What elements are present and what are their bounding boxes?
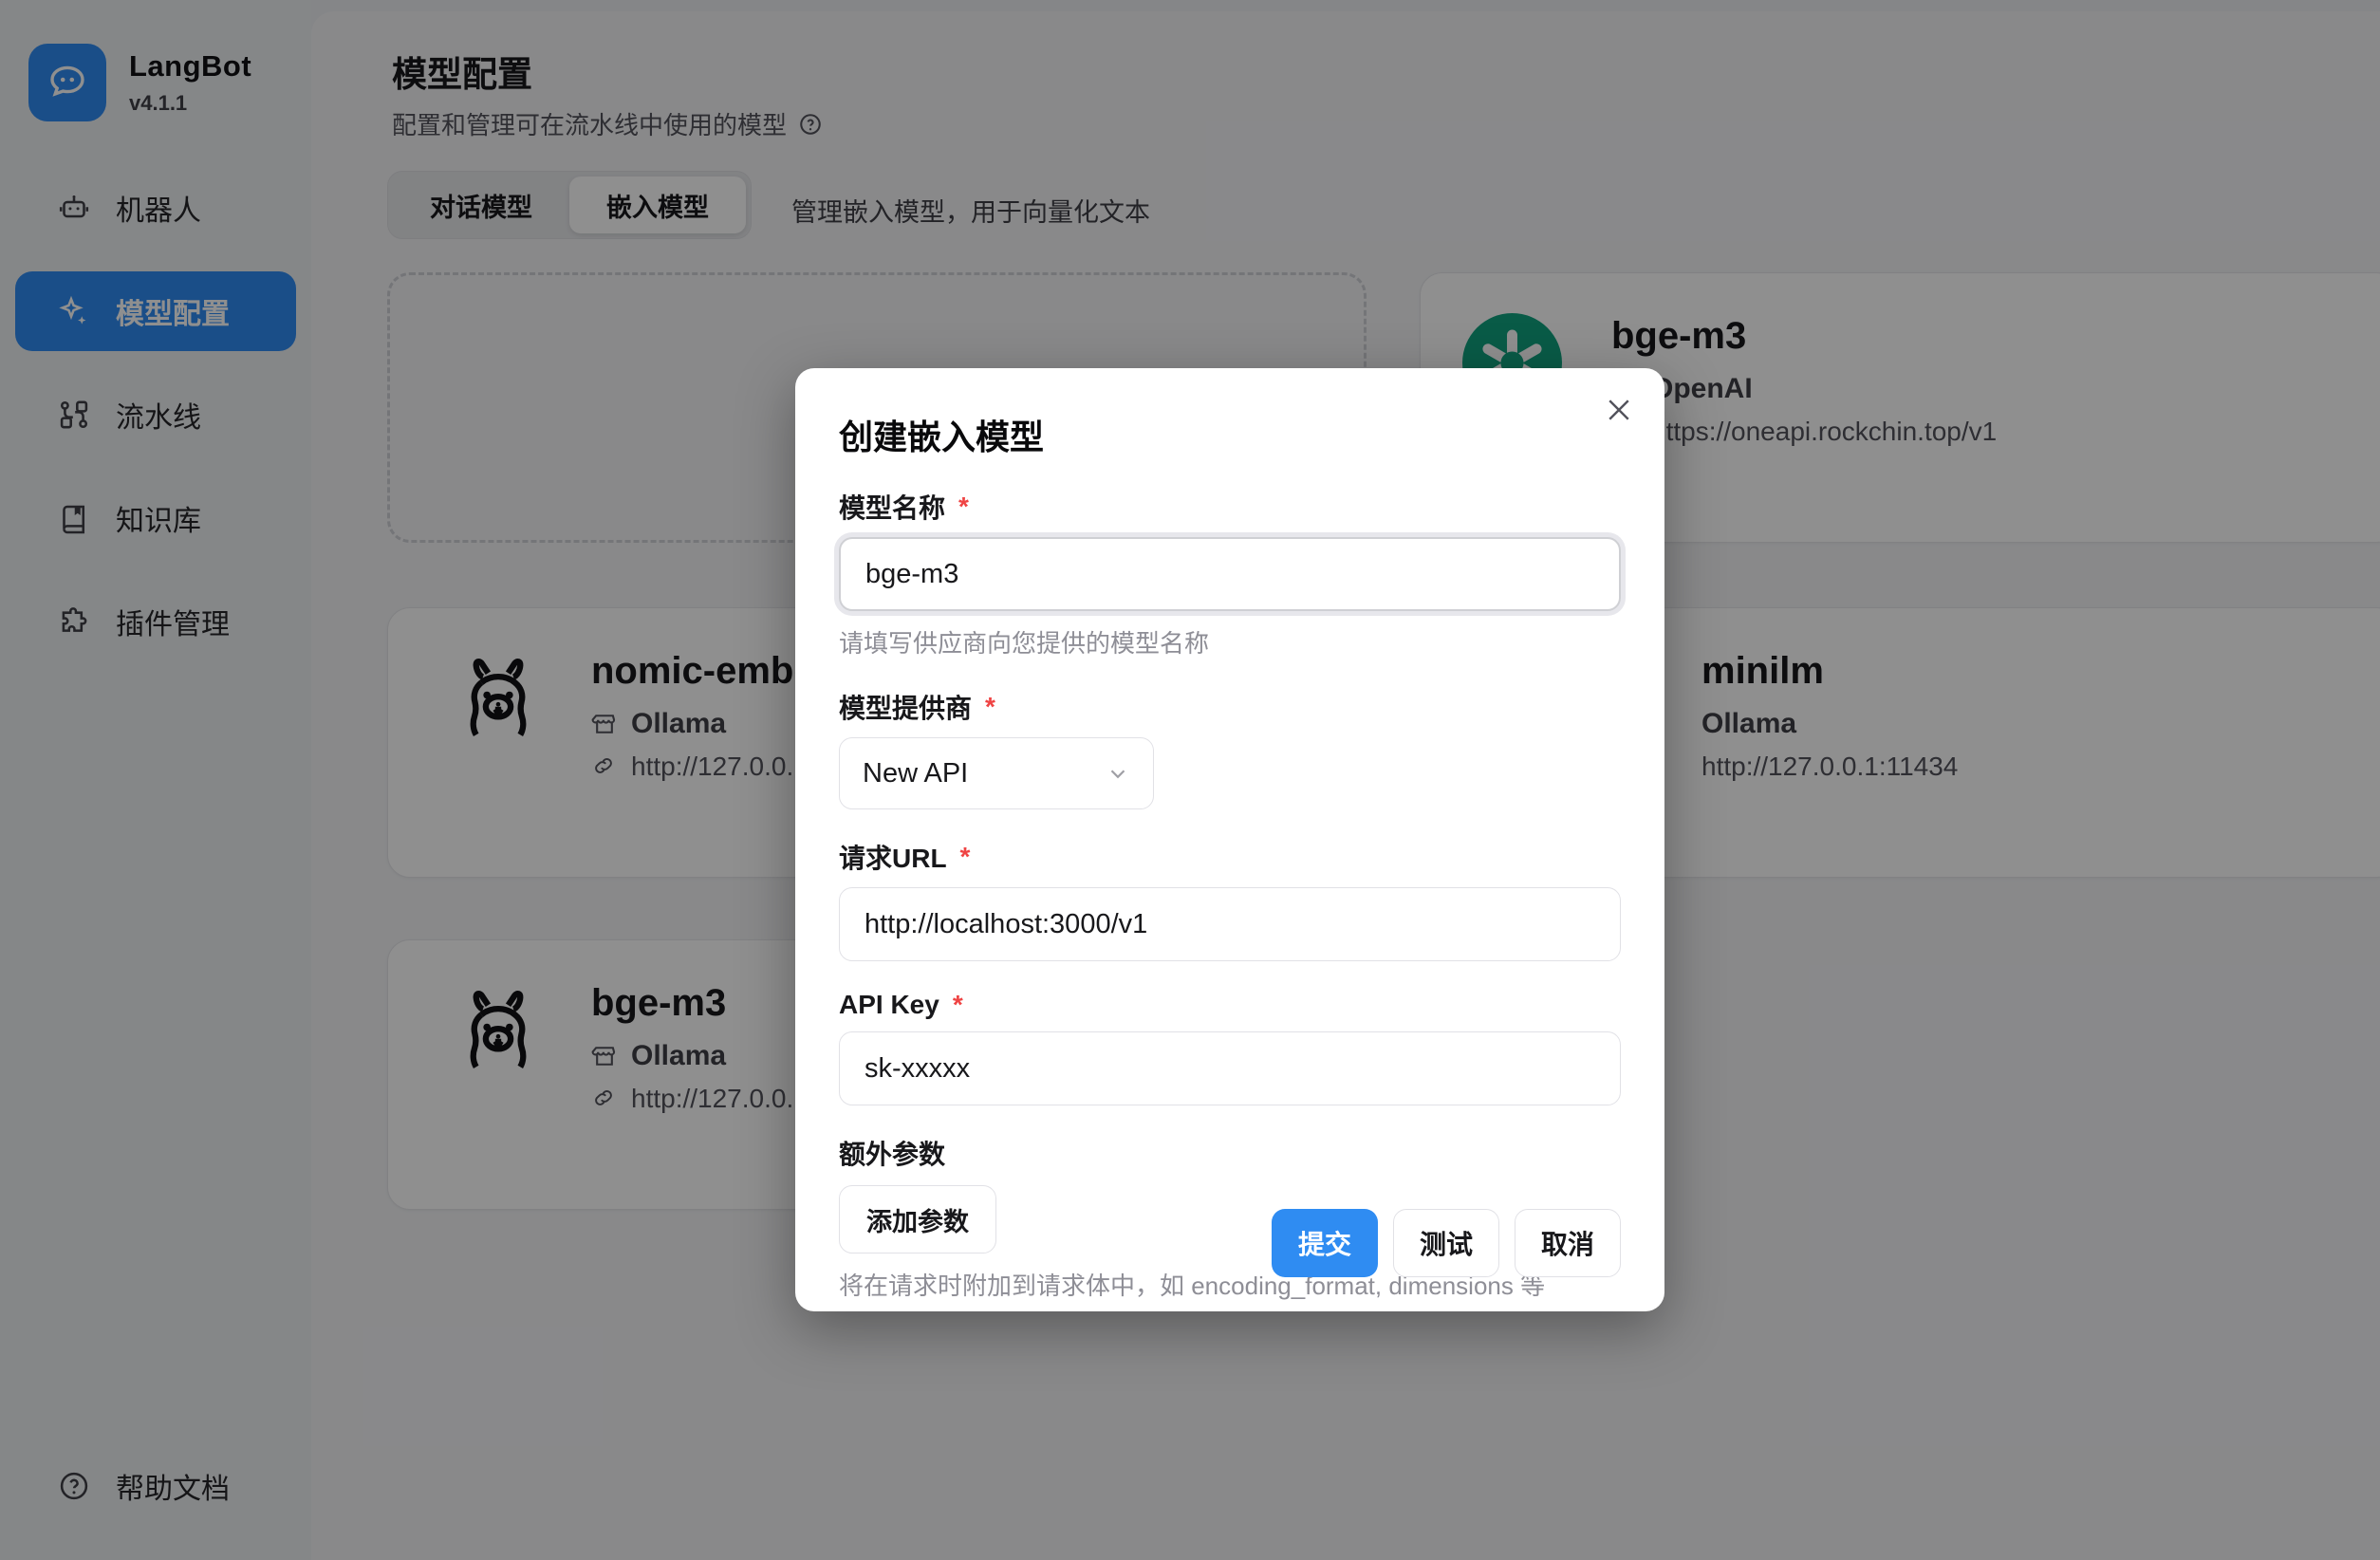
close-icon[interactable]	[1602, 393, 1636, 427]
field-label-api-key: API Key *	[839, 990, 1621, 1020]
required-asterisk: *	[960, 842, 971, 872]
request-url-input[interactable]	[839, 887, 1621, 961]
dialog-footer: 提交 测试 取消	[1272, 1209, 1621, 1277]
required-asterisk: *	[958, 492, 969, 522]
field-label-provider: 模型提供商 *	[839, 688, 1621, 726]
provider-select[interactable]: New API	[839, 737, 1154, 809]
create-embed-model-dialog: 创建嵌入模型 模型名称 * 请填写供应商向您提供的模型名称 模型提供商 * Ne…	[795, 368, 1664, 1311]
submit-button[interactable]: 提交	[1272, 1209, 1378, 1277]
field-label-extra-params: 额外参数	[839, 1134, 1621, 1172]
model-name-input[interactable]	[839, 537, 1621, 611]
required-asterisk: *	[953, 990, 963, 1020]
field-label-model-name: 模型名称 *	[839, 488, 1621, 526]
field-label-request-url: 请求URL *	[839, 838, 1621, 876]
api-key-input[interactable]	[839, 1031, 1621, 1105]
dialog-title: 创建嵌入模型	[839, 410, 1621, 459]
test-button[interactable]: 测试	[1393, 1209, 1499, 1277]
provider-select-value: New API	[863, 758, 968, 789]
chevron-down-icon	[1106, 761, 1130, 786]
required-asterisk: *	[985, 692, 995, 722]
cancel-button[interactable]: 取消	[1515, 1209, 1621, 1277]
add-param-button[interactable]: 添加参数	[839, 1185, 996, 1254]
model-name-helper: 请填写供应商向您提供的模型名称	[839, 624, 1621, 659]
